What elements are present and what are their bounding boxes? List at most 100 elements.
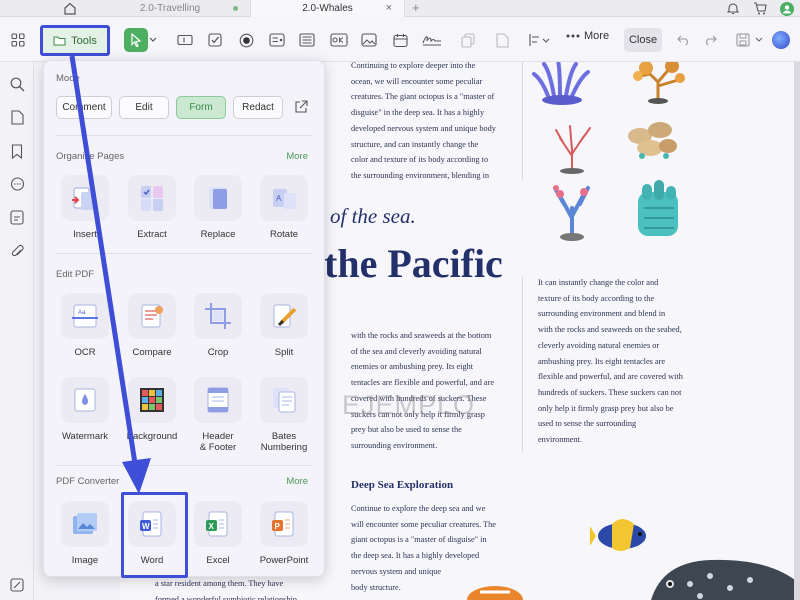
save-icon[interactable] [733,30,753,50]
tab-whales[interactable]: 2.0-Whales × [250,0,405,17]
header-footer-tool[interactable]: Header & Footer [185,377,251,453]
text-line: Continue to explore the deep sea and we [351,504,486,513]
select-tool-button[interactable] [124,28,148,52]
watermark-tool[interactable]: Watermark [52,377,118,442]
crop-tool[interactable]: Crop [185,293,251,358]
organize-more-link[interactable]: More [286,151,308,162]
text-line: the deep sea. It has a highly developed [351,551,480,561]
home-icon[interactable] [60,0,80,16]
cart-icon[interactable] [752,1,768,16]
tool-label: Compare [132,347,172,358]
fish-illustration [590,519,800,600]
comment-mode-button[interactable]: Comment [56,96,112,119]
section-heading: Deep Sea Exploration [351,479,454,491]
rotate-icon: A [260,175,308,221]
edit-mode-button[interactable]: Edit [119,96,169,119]
extract-tool[interactable]: Extract [119,175,185,240]
grid-menu-icon[interactable] [8,30,28,50]
organize-section-title: Organize Pages [56,151,125,162]
open-external-icon[interactable] [293,99,309,115]
close-tab-icon[interactable]: × [386,2,392,14]
ocr-tool[interactable]: Aa OCR [52,293,118,358]
text-line: giant octopus is a "master of disguise" … [351,535,487,545]
split-tool[interactable]: Split [251,293,317,358]
replace-tool[interactable]: Replace [185,175,251,240]
account-icon[interactable] [779,1,795,16]
tool-label: OCR [74,347,96,358]
comment-icon[interactable] [9,176,25,192]
rotate-tool[interactable]: A Rotate [251,175,317,240]
date-field-icon[interactable] [390,30,410,50]
main-toolbar: Tools More Close [0,18,800,62]
undo-icon[interactable] [674,30,694,50]
radio-button-icon[interactable] [236,30,256,50]
thumbnails-icon[interactable] [9,109,25,125]
checkbox-icon[interactable] [205,30,225,50]
more-button[interactable]: More [566,30,609,42]
text-line: ocean, we will encounter some peculiar [351,76,483,86]
convert-excel-tool[interactable]: X Excel [185,501,251,566]
body-text-block: a star resident among them. They have fo… [155,576,315,600]
signature-icon[interactable] [420,30,444,50]
more-label: More [584,30,610,42]
redact-mode-button[interactable]: Redact [233,96,283,119]
convert-image-tool[interactable]: Image [52,501,118,566]
ok-button-icon[interactable] [329,30,349,50]
tool-label: Excel [206,555,230,566]
watermark-text: EJEMPLO [342,390,476,420]
bates-numbering-tool[interactable]: Bates Numbering [251,377,317,453]
text-line: with the rocks and seaweeds at the botto… [351,331,492,340]
body-text-block: Continuing to explore deeper into the oc… [351,62,509,184]
tab-bar: 2.0-Travelling 2.0-Whales × + [0,0,800,17]
converter-more-link[interactable]: More [286,476,308,487]
text-field-icon[interactable] [175,30,195,50]
svg-text:A: A [276,194,282,203]
attachment-icon[interactable] [9,243,25,259]
bell-icon[interactable] [725,1,741,16]
chevron-down-icon[interactable] [148,30,158,50]
ai-assistant-icon[interactable] [772,31,790,49]
coral-illustrations [532,62,685,241]
tab-travelling[interactable]: 2.0-Travelling [90,0,250,17]
tools-button[interactable]: Tools [40,25,110,56]
tab-label: 2.0-Whales [302,3,353,14]
add-tab-icon[interactable]: + [412,0,420,15]
tool-label: Extract [137,229,167,240]
crop-icon [194,293,242,339]
copy-icon [458,30,478,50]
tool-label: Header & Footer [199,431,237,453]
tool-label: Crop [207,347,229,358]
compare-tool[interactable]: Compare [119,293,185,358]
text-line: surrounding environment. [351,440,438,450]
layers-icon[interactable] [10,578,24,592]
form-mode-button[interactable]: Form [176,96,226,119]
orange-fish-image [467,586,523,600]
watermark-icon [61,377,109,423]
form-fields-icon[interactable] [9,209,25,225]
image-field-icon[interactable] [359,30,379,50]
save-chevron-icon[interactable] [753,30,765,50]
bookmark-icon[interactable] [9,143,25,159]
list-box-icon[interactable] [297,30,317,50]
tool-label: Rotate [270,229,298,240]
left-sidebar [0,62,34,600]
redo-icon[interactable] [700,30,720,50]
column-divider [522,277,523,452]
red-coral-image [555,125,591,174]
insert-tool[interactable]: Insert [52,175,118,240]
divider [56,253,312,254]
convert-powerpoint-tool[interactable]: P PowerPoint [251,501,317,566]
tool-label: Watermark [61,431,109,442]
text-line: will encounter some peculiar creatures. … [351,519,496,529]
text-line: hundreds of suckers. These suckers can n… [538,387,682,397]
align-icon[interactable] [527,30,551,50]
combo-box-icon[interactable] [267,30,287,50]
vertical-scrollbar[interactable] [794,62,800,600]
background-tool[interactable]: Background [119,377,185,442]
text-line: structure, and can instantly change the [351,139,479,149]
divider [56,465,312,466]
search-icon[interactable] [9,76,25,92]
extract-icon [128,175,176,221]
tool-label: Background [126,431,178,442]
close-button[interactable]: Close [624,28,662,52]
